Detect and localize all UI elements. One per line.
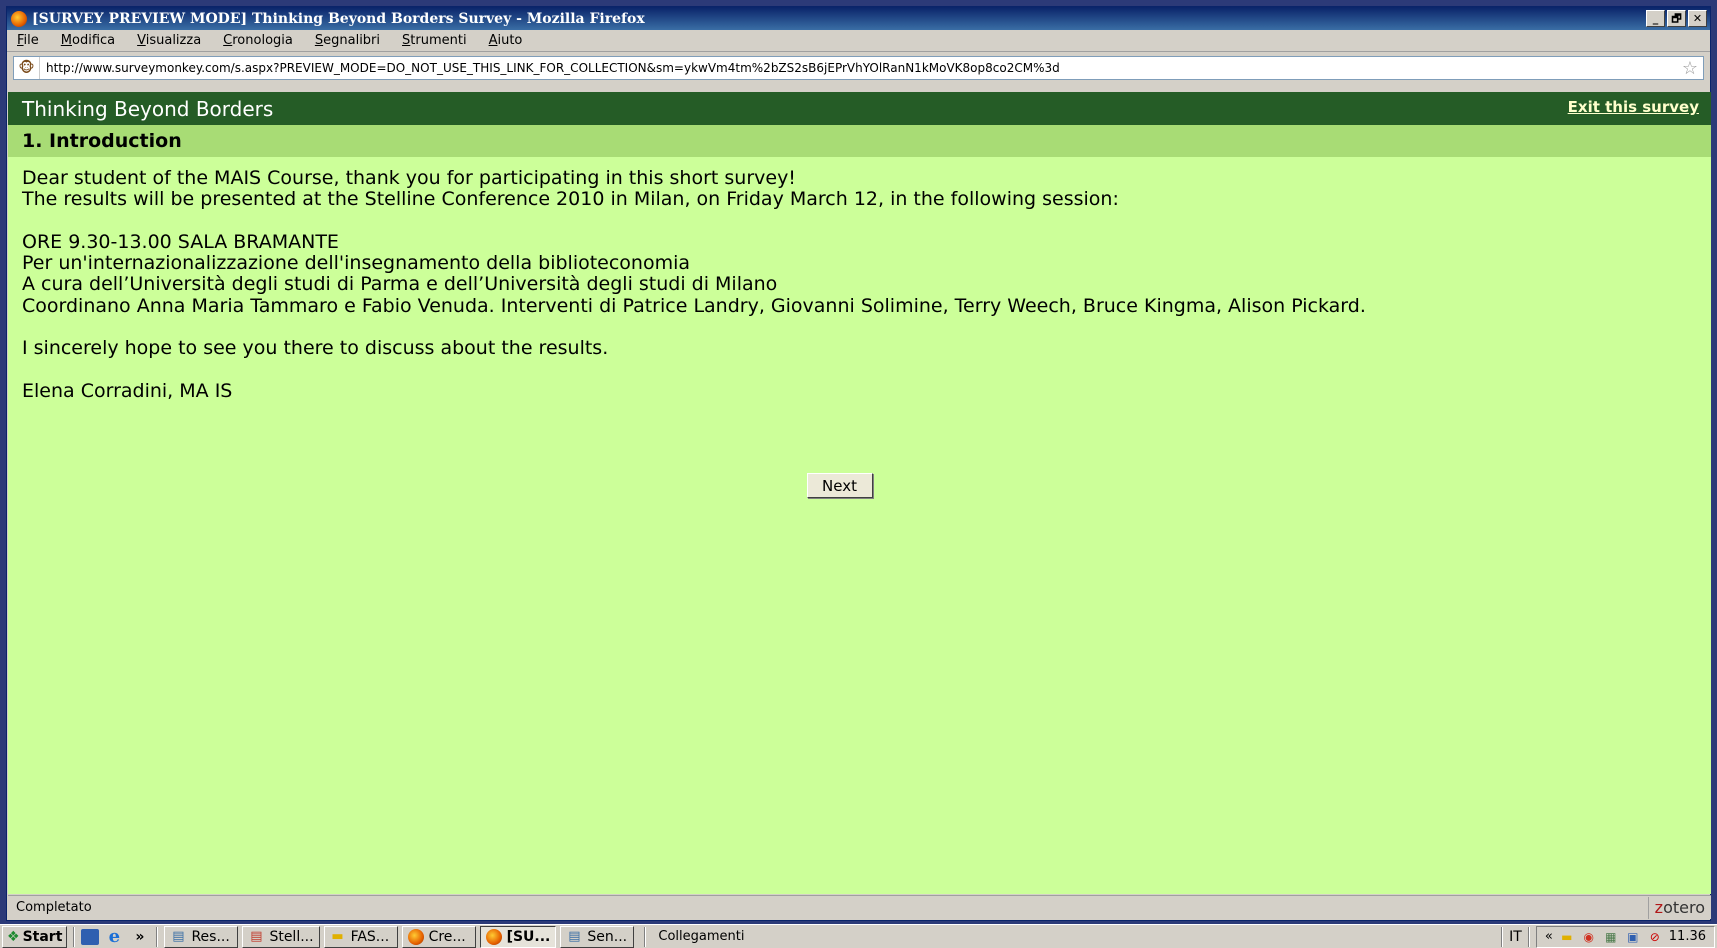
tray-expand-chevron[interactable]: «: [1545, 929, 1553, 944]
task-button[interactable]: ▤ Stell...: [242, 925, 320, 948]
url-text[interactable]: http://www.surveymonkey.com/s.aspx?PREVI…: [46, 61, 1677, 75]
document-icon: ▤: [568, 929, 581, 944]
menu-modifica[interactable]: Modifica: [61, 33, 115, 48]
task-label: [SU...: [506, 928, 551, 945]
session-title: Per un'internazionalizzazione dell'inseg…: [22, 252, 691, 275]
signature: Elena Corradini, MA IS: [22, 379, 233, 402]
section-title: 1. Introduction: [8, 125, 1711, 157]
quicklaunch-chevron[interactable]: »: [135, 929, 144, 945]
survey-header: Thinking Beyond Borders Exit this survey: [8, 92, 1711, 125]
zotero-button[interactable]: z otero: [1647, 896, 1711, 919]
bookmark-star-icon[interactable]: ☆: [1677, 58, 1703, 79]
page-content: Thinking Beyond Borders Exit this survey…: [8, 92, 1711, 894]
start-button[interactable]: ❖ Start: [2, 925, 68, 948]
menu-bar: File Modifica Visualizza Cronologia Segn…: [7, 30, 1710, 52]
menu-strumenti[interactable]: Strumenti: [402, 33, 467, 48]
document-icon: ▤: [172, 929, 185, 944]
network-icon[interactable]: ▣: [1625, 929, 1641, 945]
next-button[interactable]: Next: [806, 473, 873, 498]
zotero-rest: otero: [1663, 898, 1705, 917]
intro-paragraph: I sincerely hope to see you there to dis…: [22, 337, 609, 360]
task-button-active[interactable]: [SU...: [479, 925, 557, 948]
menu-cronologia[interactable]: Cronologia: [223, 33, 293, 48]
task-label: Cre...: [428, 928, 466, 945]
close-button[interactable]: ✕: [1688, 10, 1707, 27]
language-indicator[interactable]: IT: [1509, 929, 1522, 945]
firefox-icon: [407, 928, 424, 945]
task-label: Stell...: [269, 928, 314, 945]
survey-title: Thinking Beyond Borders: [22, 96, 274, 121]
antivirus-icon[interactable]: ◉: [1581, 929, 1597, 945]
firefox-icon: [11, 10, 27, 27]
window-title: [SURVEY PREVIEW MODE] Thinking Beyond Bo…: [32, 10, 645, 27]
internet-explorer-icon[interactable]: e: [105, 926, 123, 947]
intro-text: Dear student of the MAIS Course, thank y…: [8, 157, 1711, 413]
task-label: FAS...: [350, 928, 390, 945]
start-label: Start: [22, 928, 63, 945]
intro-paragraph: Dear student of the MAIS Course, thank y…: [22, 167, 796, 189]
task-button[interactable]: ▤ Sen...: [560, 925, 635, 948]
task-label: Sen...: [587, 928, 628, 945]
clipboard-icon[interactable]: ▦: [1603, 929, 1619, 945]
menu-visualizza[interactable]: Visualizza: [137, 33, 201, 48]
volume-muted-icon[interactable]: ⊘: [1647, 929, 1663, 945]
status-bar: Completato z otero: [8, 895, 1711, 919]
next-button-container: Next: [8, 473, 1711, 498]
links-toolbar[interactable]: Collegamenti: [658, 929, 1495, 944]
site-identity-icon[interactable]: 🐵: [14, 57, 40, 79]
zotero-z: z: [1654, 898, 1664, 917]
intro-paragraph: The results will be presented at the Ste…: [22, 188, 1119, 211]
session-time: ORE 9.30-13.00 SALA BRAMANTE: [22, 230, 339, 253]
title-bar: [SURVEY PREVIEW MODE] Thinking Beyond Bo…: [7, 7, 1710, 30]
task-button[interactable]: ▤ Res...: [164, 925, 239, 948]
status-text: Completato: [16, 900, 92, 915]
menu-aiuto[interactable]: Aiuto: [489, 33, 523, 48]
taskbar: ❖ Start e » ▤ Res... ▤ Stell... ▬ FAS...…: [0, 924, 1717, 948]
task-button[interactable]: ▬ FAS...: [323, 925, 398, 948]
session-speakers: Coordinano Anna Maria Tammaro e Fabio Ve…: [22, 294, 1366, 317]
exit-survey-link[interactable]: Exit this survey: [1568, 98, 1699, 116]
task-label: Res...: [191, 928, 230, 945]
folder-icon: ▬: [331, 929, 344, 944]
windows-logo-icon: ❖: [7, 928, 20, 945]
system-tray: « ▬ ◉ ▦ ▣ ⊘ 11.36: [1535, 925, 1715, 948]
firefox-icon: [485, 928, 502, 945]
menu-segnalibri[interactable]: Segnalibri: [315, 33, 380, 48]
menu-file[interactable]: File: [17, 33, 39, 48]
browser-window: [SURVEY PREVIEW MODE] Thinking Beyond Bo…: [6, 6, 1711, 921]
address-bar[interactable]: 🐵 http://www.surveymonkey.com/s.aspx?PRE…: [13, 56, 1704, 80]
clock[interactable]: 11.36: [1669, 929, 1706, 944]
navigation-toolbar: 🐵 http://www.surveymonkey.com/s.aspx?PRE…: [7, 52, 1710, 84]
folder-icon[interactable]: ▬: [1559, 929, 1575, 945]
show-desktop-icon[interactable]: [81, 928, 100, 945]
pdf-icon: ▤: [250, 929, 263, 944]
task-button[interactable]: Cre...: [401, 925, 476, 948]
session-organizers: A cura dell’Università degli studi di Pa…: [22, 273, 778, 296]
restore-button[interactable]: 🗗: [1667, 10, 1686, 27]
minimize-button[interactable]: _: [1646, 10, 1665, 27]
window-controls: _ 🗗 ✕: [1646, 10, 1707, 27]
